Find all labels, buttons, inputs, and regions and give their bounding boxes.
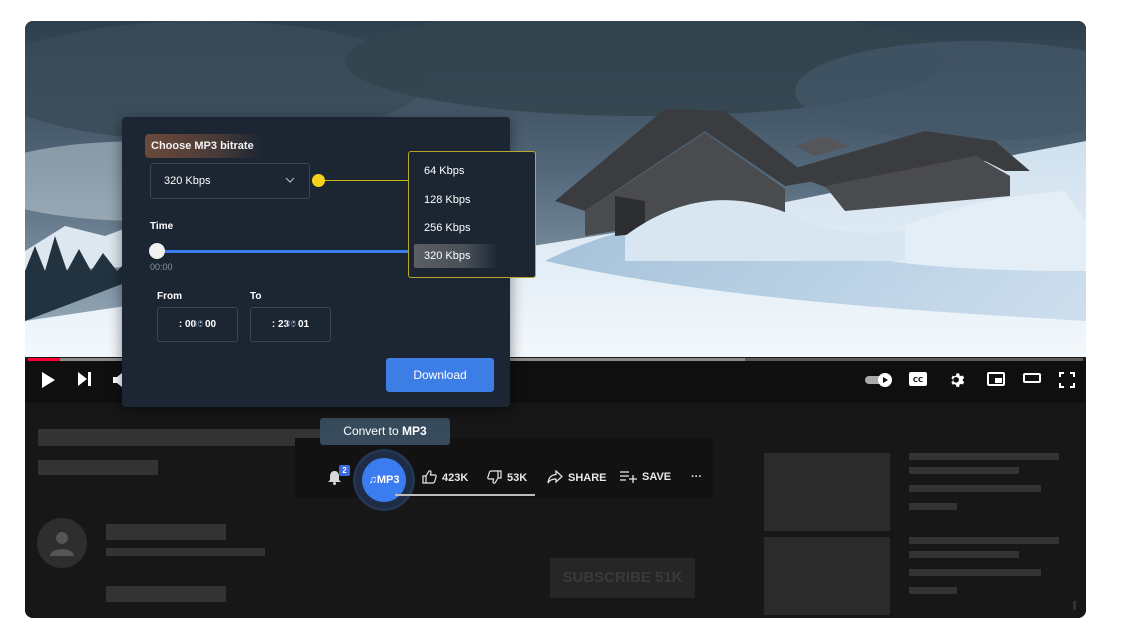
video-action-bar: 2 ♫MP3 423K 53K SHARE SAVE ··· [295, 438, 713, 508]
bitrate-option-label: 320 Kbps [424, 250, 471, 262]
related-thumbnail[interactable] [764, 537, 890, 615]
like-button[interactable]: 423K [422, 470, 468, 485]
bitrate-dropdown-menu: 64 Kbps 128 Kbps 256 Kbps 320 Kbps [408, 151, 536, 278]
bitrate-option[interactable]: 256 Kbps [424, 222, 470, 234]
related-title-placeholder [909, 453, 1059, 460]
more-actions-button[interactable]: ··· [691, 470, 702, 484]
subscribe-button[interactable]: SUBSCRIBE 51K [550, 558, 695, 598]
save-label: SAVE [642, 471, 672, 483]
share-icon [547, 469, 563, 484]
settings-gear-icon[interactable] [949, 372, 966, 392]
related-meta-placeholder [909, 569, 1041, 576]
play-icon[interactable] [41, 372, 55, 392]
bitrate-option-selected[interactable]: 320 Kbps [414, 244, 498, 268]
subscriber-placeholder [106, 548, 265, 556]
save-button[interactable]: SAVE [620, 470, 671, 484]
tooltip-text: Convert to [343, 424, 402, 438]
bitrate-select[interactable]: 320 Kbps [150, 163, 310, 199]
time-label: Time [150, 221, 174, 232]
callout-line [325, 180, 410, 181]
download-button[interactable]: Download [386, 358, 494, 392]
description-placeholder [106, 586, 226, 602]
bitrate-option[interactable]: 64 Kbps [424, 165, 464, 177]
svg-text:CC: CC [913, 376, 923, 384]
from-label: From [157, 291, 182, 302]
like-ratio-bar [395, 494, 535, 496]
to-label: To [250, 291, 262, 302]
callout-dot [312, 174, 325, 187]
theater-mode-icon[interactable] [1023, 372, 1041, 392]
related-meta-placeholder [909, 503, 957, 510]
captions-icon[interactable]: CC [909, 372, 927, 392]
dislike-button[interactable]: 53K [487, 470, 527, 485]
related-title-placeholder [909, 551, 1019, 558]
related-meta-placeholder [909, 587, 957, 594]
add-to-playlist-icon [620, 471, 637, 483]
tooltip-format: MP3 [402, 424, 427, 438]
next-icon[interactable] [77, 372, 91, 392]
bitrate-select-value: 320 Kbps [164, 175, 211, 187]
current-time: 00:00 [150, 262, 173, 272]
panel-title: Choose MP3 bitrate [145, 134, 262, 158]
share-button[interactable]: SHARE [547, 469, 607, 485]
autoplay-toggle-icon[interactable] [865, 372, 895, 392]
related-thumbnail[interactable] [764, 453, 890, 531]
from-time-input[interactable]: 00 : 00 : 00 [157, 307, 238, 342]
dislike-count: 53K [507, 472, 528, 484]
chevron-down-icon [285, 177, 295, 183]
time-slider-handle[interactable] [149, 243, 165, 259]
like-count: 423K [442, 472, 469, 484]
related-title-placeholder [909, 537, 1059, 544]
views-placeholder [38, 460, 158, 475]
notification-badge: 2 [339, 465, 350, 476]
fullscreen-icon[interactable] [1059, 372, 1075, 392]
scroll-indicator [1073, 601, 1076, 610]
miniplayer-icon[interactable] [987, 372, 1005, 392]
related-meta-placeholder [909, 485, 1041, 492]
share-label: SHARE [568, 472, 607, 484]
bitrate-option[interactable]: 128 Kbps [424, 194, 470, 206]
to-time-input[interactable]: 00 : 23 : 01 [250, 307, 331, 342]
music-note-icon: ♫ [368, 474, 377, 486]
convert-mp3-tooltip: Convert to MP3 [320, 418, 450, 445]
mp3-button-label: MP3 [376, 474, 400, 486]
time-range-slider[interactable] [150, 250, 450, 253]
to-hours: 00 [284, 319, 297, 330]
title-placeholder [38, 429, 328, 446]
channel-avatar[interactable] [37, 518, 87, 568]
related-title-placeholder [909, 467, 1019, 474]
thumbs-down-icon [487, 470, 502, 484]
channel-name-placeholder [106, 524, 226, 540]
from-hours: 00 [191, 319, 204, 330]
video-details-area: SUBSCRIBE 51K [25, 403, 1086, 618]
thumbs-up-icon [422, 470, 437, 484]
